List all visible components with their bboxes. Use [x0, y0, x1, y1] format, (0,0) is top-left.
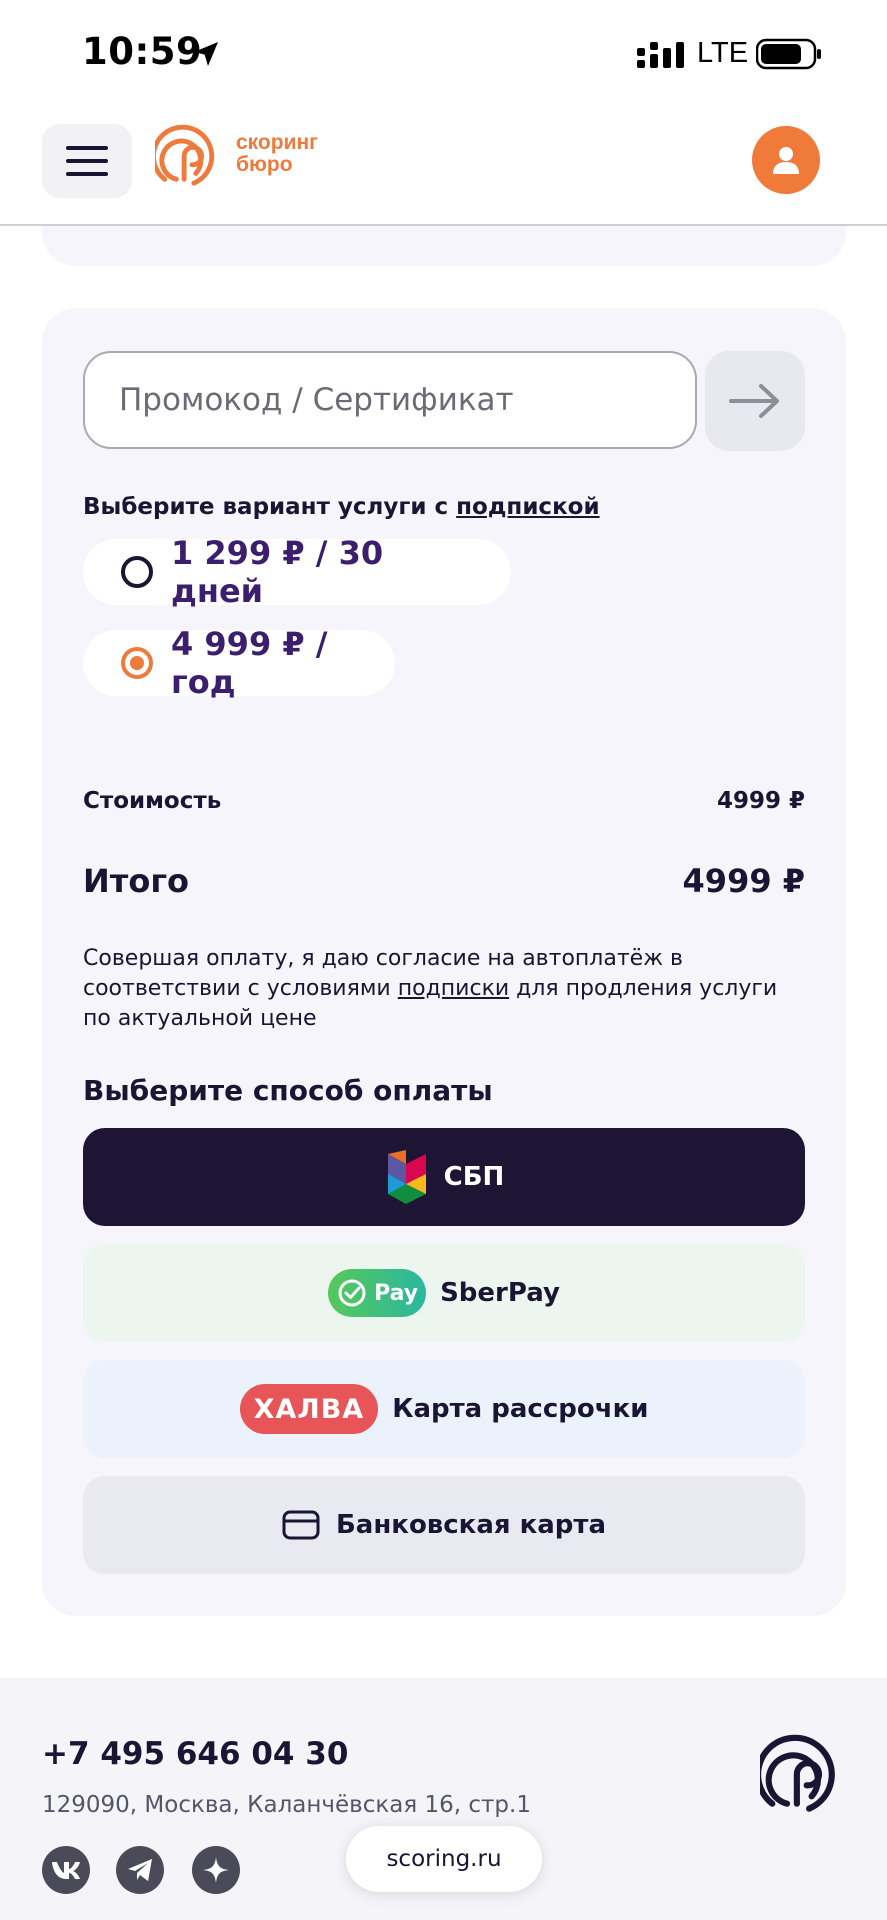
sparkle-link[interactable] — [192, 1846, 240, 1894]
profile-button[interactable] — [752, 126, 820, 194]
vk-icon — [52, 1862, 80, 1879]
browser-url-bar[interactable]: scoring.ru — [346, 1826, 542, 1892]
halva-badge: ХАЛВА — [239, 1384, 379, 1434]
site-header: скоринг бюро — [0, 110, 887, 226]
pay-bank-card-button[interactable]: Банковская карта — [83, 1476, 805, 1574]
halva-badge-text: ХАЛВА — [253, 1393, 365, 1425]
plan-option-label: 4 999 ₽ / год — [171, 625, 328, 701]
plan-option-yearly[interactable]: 4 999 ₽ / год — [83, 625, 395, 701]
promo-code-input[interactable] — [83, 351, 697, 449]
hamburger-icon — [66, 146, 108, 176]
sbp-label: СБП — [443, 1162, 505, 1192]
promo-submit-button[interactable] — [705, 351, 805, 451]
radio-unchecked[interactable] — [121, 556, 153, 588]
subscription-terms-link[interactable]: подписки — [398, 976, 509, 1001]
cost-label: Стоимость — [83, 788, 222, 814]
sparkle-icon — [203, 1857, 229, 1883]
plan-choice-label: Выберите вариант услуги с подпиской — [83, 494, 600, 520]
cost-value: 4999 ₽ — [716, 788, 805, 814]
signal-icon — [637, 42, 684, 68]
pay-sbp-button[interactable]: СБП — [83, 1128, 805, 1226]
total-label: Итого — [83, 862, 190, 900]
checkout-card: Выберите вариант услуги с подпиской 1 29… — [42, 308, 846, 1616]
telegram-link[interactable] — [116, 1846, 164, 1894]
menu-button[interactable] — [42, 124, 132, 198]
logo-line-2: бюро — [236, 153, 293, 176]
total-value: 4999 ₽ — [682, 862, 805, 900]
sbp-logo-icon — [387, 1150, 426, 1204]
pay-sberpay-button[interactable]: Pay SberPay — [83, 1244, 805, 1342]
halva-label: Карта рассрочки — [392, 1394, 649, 1424]
bank-card-label: Банковская карта — [335, 1510, 607, 1540]
arrow-right-icon — [729, 384, 779, 418]
footer-address: 129090, Москва, Каланчёвская 16, стр.1 — [42, 1792, 531, 1818]
footer-phone[interactable]: +7 495 646 04 30 — [42, 1736, 348, 1772]
cost-row: Стоимость 4999 ₽ — [83, 788, 805, 814]
pay-halva-button[interactable]: ХАЛВА Карта рассрочки — [83, 1360, 805, 1458]
sberpay-badge: Pay — [328, 1269, 427, 1317]
status-bar: 10:59 LTE — [0, 0, 887, 110]
logo-line-1: скоринг — [236, 131, 318, 154]
credit-card-icon — [282, 1510, 320, 1540]
location-arrow-icon — [194, 42, 218, 66]
plan-option-label: 1 299 ₽ / 30 дней — [171, 534, 384, 610]
total-row: Итого 4999 ₽ — [83, 862, 805, 900]
user-icon — [773, 147, 799, 174]
payment-method-title: Выберите способ оплаты — [83, 1074, 493, 1107]
footer-logo-icon — [760, 1734, 835, 1812]
status-time: 10:59 — [82, 30, 203, 73]
sberpay-label: SberPay — [440, 1278, 560, 1308]
battery-icon — [756, 38, 821, 70]
network-type: LTE — [697, 37, 749, 69]
subscription-link[interactable]: подпиской — [456, 494, 599, 520]
autopay-consent-text: Совершая оплату, я даю согласие на автоп… — [83, 944, 805, 1034]
sberpay-badge-text: Pay — [374, 1280, 419, 1306]
check-circle-icon — [338, 1279, 366, 1307]
vk-link[interactable] — [42, 1846, 90, 1894]
previous-card-bottom — [42, 226, 846, 266]
telegram-icon — [128, 1859, 152, 1881]
radio-checked[interactable] — [121, 647, 153, 679]
plan-label-prefix: Выберите вариант услуги с — [83, 494, 457, 520]
logo-text[interactable]: скоринг бюро — [236, 132, 318, 176]
plan-option-monthly[interactable]: 1 299 ₽ / 30 дней — [83, 534, 511, 610]
logo-icon[interactable] — [155, 120, 223, 190]
